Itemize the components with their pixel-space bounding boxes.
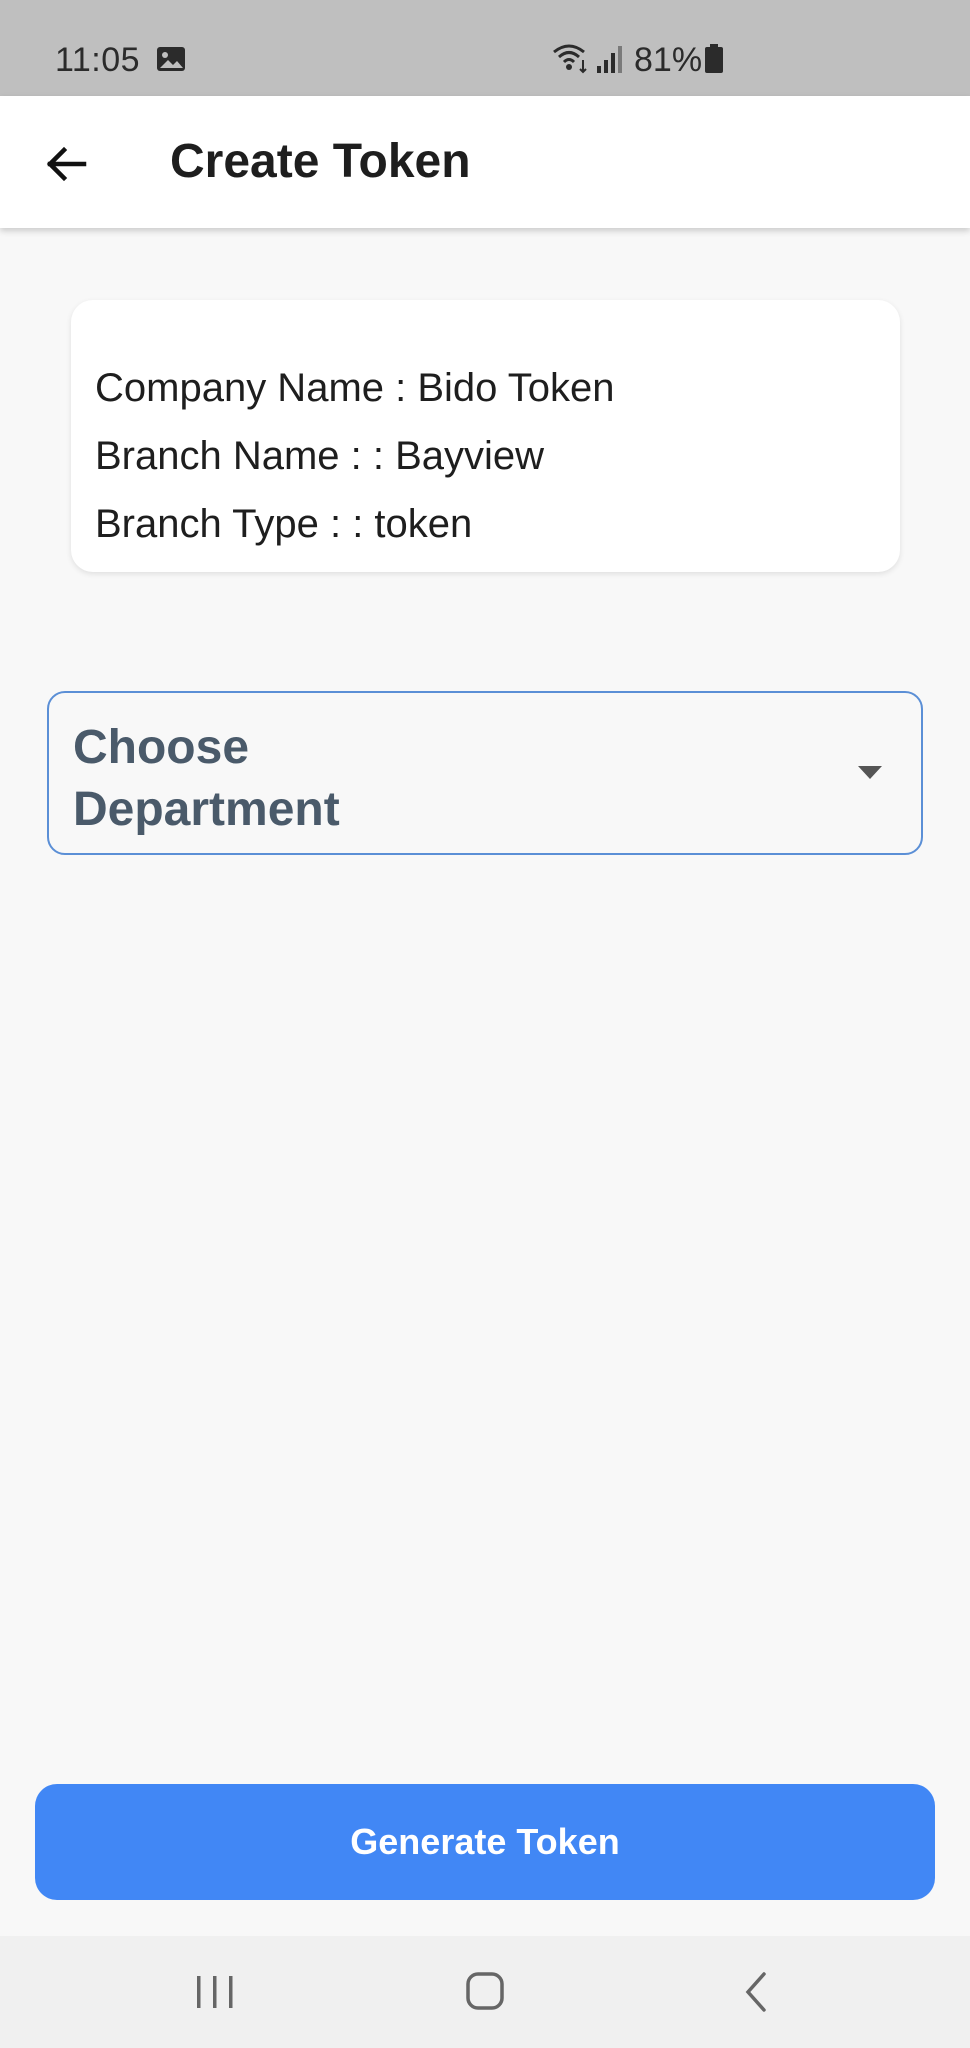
recents-button[interactable] (185, 1966, 245, 2018)
back-button[interactable] (28, 126, 104, 202)
company-name-text: Company Name : Bido Token (95, 366, 615, 410)
status-time: 11:05 (55, 41, 141, 79)
home-button[interactable] (456, 1966, 516, 2018)
department-dropdown[interactable]: Choose Department (47, 691, 923, 855)
battery-percent: 81% (634, 41, 703, 79)
home-icon (466, 1972, 504, 2010)
app-bar: Create Token (0, 96, 970, 228)
battery-icon (704, 44, 724, 74)
gallery-icon (156, 46, 186, 72)
create-token-screen: 11:05 81% Create Token Company Name: Bi… (0, 0, 970, 2048)
caret-down-icon (857, 765, 883, 781)
page-title: Create Token (170, 135, 471, 188)
system-back-button[interactable] (728, 1966, 788, 2018)
back-icon (745, 1972, 766, 2012)
branch-info-card: Company Name : Bido Token Branch Name : … (71, 300, 900, 572)
branch-name-text: Branch Name : : Bayview (95, 434, 545, 478)
system-nav-bar (0, 1936, 970, 2048)
branch-type-text: Branch Type : : token (95, 502, 473, 546)
signal-icon (596, 44, 624, 74)
department-dropdown-placeholder: Choose Department (73, 721, 340, 836)
arrow-left-icon (46, 146, 87, 182)
generate-token-button[interactable]: Generate Token (35, 1784, 935, 1900)
status-bar: 11:05 81% (0, 0, 970, 96)
wifi-icon (552, 42, 590, 74)
recents-icon (197, 1976, 233, 2008)
